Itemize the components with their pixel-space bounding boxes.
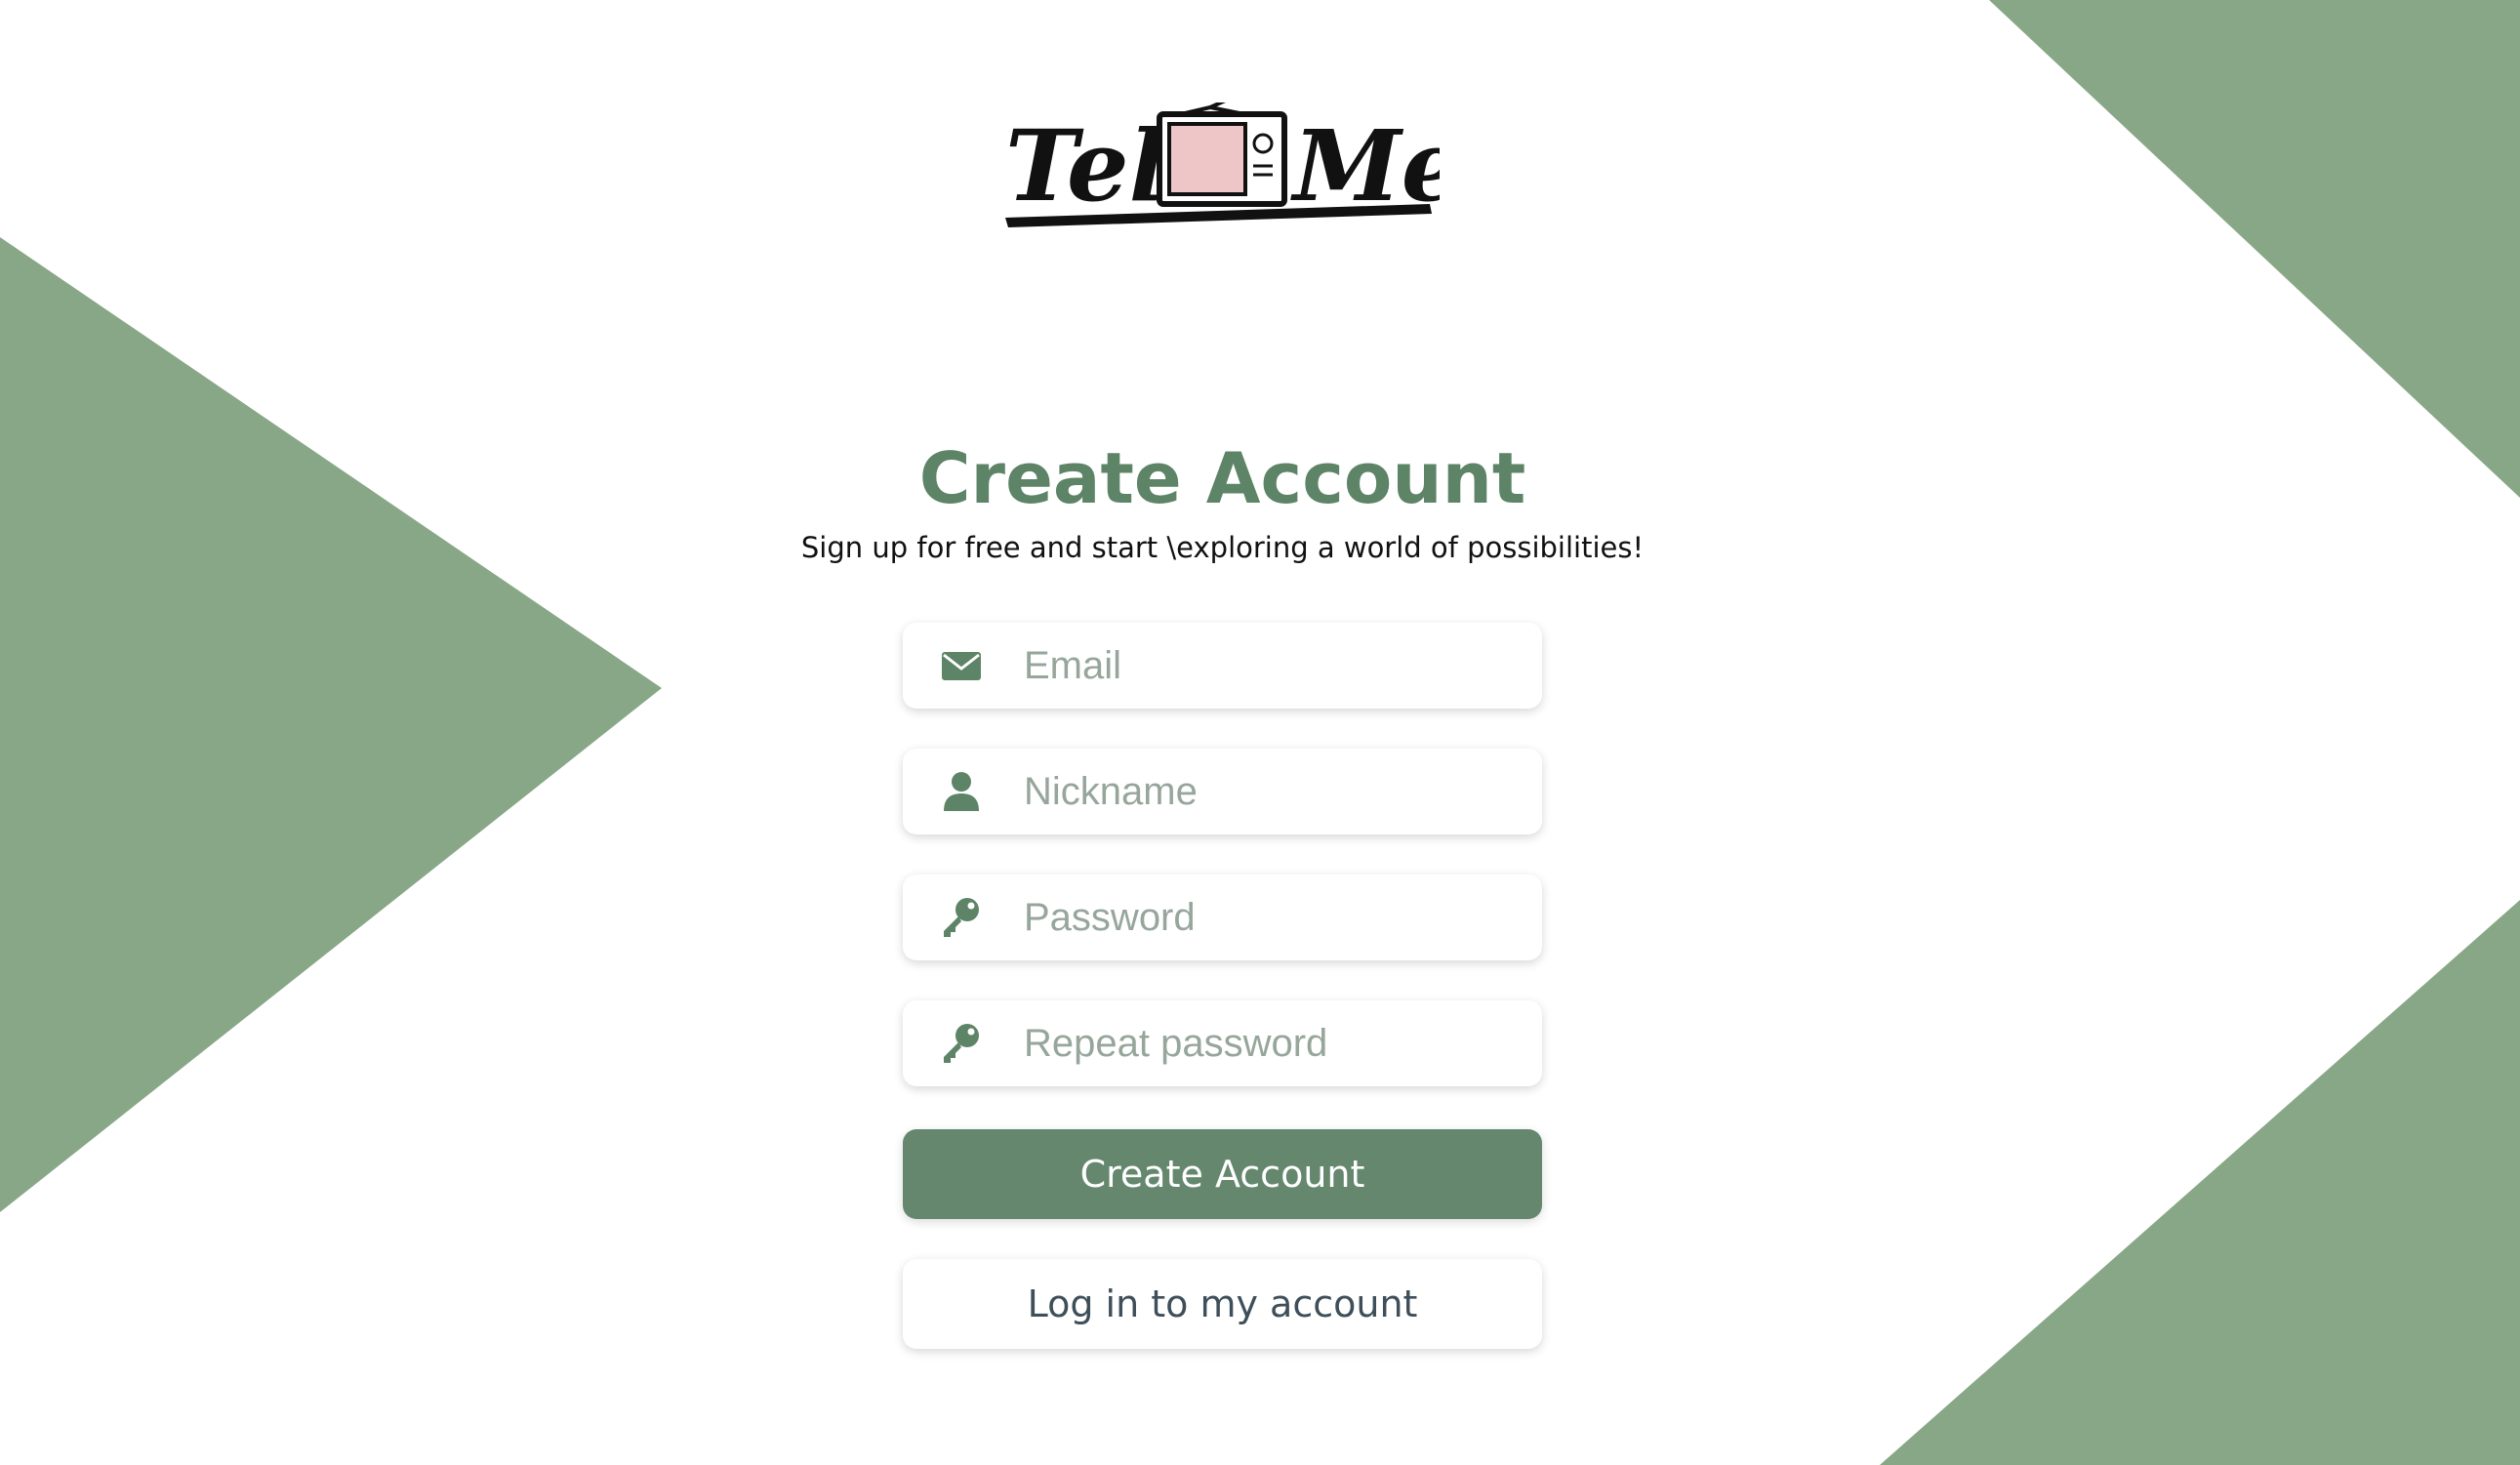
signup-page: Tel Me Create Account Sign up for free a… (0, 0, 2520, 1465)
key-icon (944, 898, 979, 937)
email-field[interactable] (903, 623, 1542, 709)
left-triangle (0, 237, 662, 1212)
tv-icon (1157, 102, 1287, 207)
logo-text-left: Tel (1005, 108, 1166, 224)
key-icon (944, 1024, 979, 1063)
password-field[interactable] (903, 875, 1542, 960)
envelope-icon (942, 652, 981, 680)
bottom-right-triangle (1880, 900, 2520, 1465)
user-icon (944, 772, 979, 811)
create-account-button[interactable]: Create Account (903, 1129, 1542, 1219)
password-input[interactable] (1024, 875, 1512, 960)
repeat-password-field[interactable] (903, 1000, 1542, 1086)
nickname-field[interactable] (903, 749, 1542, 834)
page-title: Create Account (918, 437, 1526, 519)
top-right-triangle (1989, 0, 2520, 498)
repeat-password-input[interactable] (1024, 1000, 1512, 1086)
nickname-input[interactable] (1024, 749, 1512, 834)
login-button[interactable]: Log in to my account (903, 1259, 1542, 1349)
email-input[interactable] (1024, 623, 1512, 709)
app-logo: Tel Me (1005, 102, 1440, 227)
page-subtitle: Sign up for free and start \exploring a … (800, 531, 1645, 564)
